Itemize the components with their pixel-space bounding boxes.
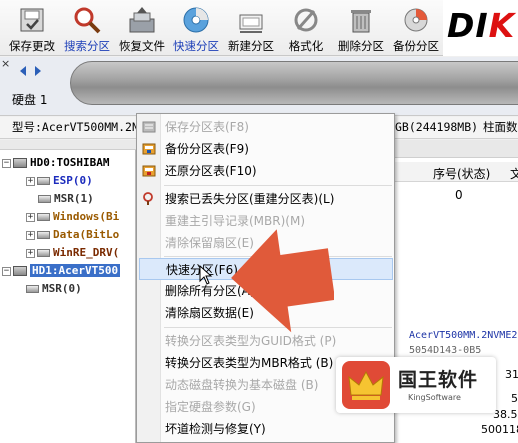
quick-partition-disc-icon xyxy=(183,7,209,33)
menu-item-convert-guid[interactable]: 转换分区表类型为GUID格式 (P) xyxy=(139,330,393,352)
format-icon xyxy=(294,8,318,32)
disk-tree: − HD0:TOSHIBAM + ESP(0) MSR(1) + Windows(Bi… xyxy=(0,150,136,443)
row-index: 0 xyxy=(455,188,463,202)
tree-disk-hd0[interactable]: − HD0:TOSHIBAM xyxy=(2,154,109,172)
expand-icon[interactable]: + xyxy=(26,212,35,222)
menu-item-bad-sector[interactable]: 坏道检测与修复(Y) xyxy=(139,418,393,440)
restore-table-icon xyxy=(142,165,156,177)
disk-model: 型号:AcerVT500MM.2NV xyxy=(12,120,146,134)
menu-item-search-lost[interactable]: 搜索已丢失分区(重建分区表)(L) xyxy=(139,188,393,210)
save-disk-icon xyxy=(20,8,44,32)
menu-item-save-table[interactable]: 保存分区表(F8) xyxy=(139,116,393,138)
recover-files-button[interactable]: 恢复文件 xyxy=(114,0,170,56)
delete-partition-button[interactable]: 删除分区 xyxy=(333,0,389,56)
detail-number-4: 500118 xyxy=(481,423,518,436)
detail-model: AcerVT500MM.2NVME29 xyxy=(409,330,518,341)
hard-disk-icon xyxy=(13,158,27,168)
app-logo: DIK xyxy=(443,0,518,56)
disk-partition-graphic[interactable] xyxy=(70,61,518,105)
col-status-header[interactable]: 序号(状态) xyxy=(433,165,490,182)
menu-separator xyxy=(164,256,392,257)
nav-next-icon[interactable] xyxy=(33,65,43,77)
partition-icon xyxy=(38,195,51,203)
col-partial-header[interactable]: 文 xyxy=(510,165,518,182)
collapse-icon[interactable]: − xyxy=(2,158,11,168)
menu-item-rebuild-mbr[interactable]: 重建主引导记录(MBR)(M) xyxy=(139,210,393,232)
tree-part-data[interactable]: + Data(BitLo xyxy=(26,226,119,244)
disk-capacity: GB(244198MB) xyxy=(395,120,479,134)
detail-number-2: 5 xyxy=(511,392,518,405)
partition-icon xyxy=(37,177,50,185)
watermark-badge: 国王软件 KingSoftware xyxy=(336,357,496,413)
save-changes-button[interactable]: 保存更改 xyxy=(4,0,60,56)
backup-partition-button[interactable]: 备份分区 xyxy=(388,0,444,56)
partition-icon xyxy=(37,231,50,239)
close-icon[interactable]: × xyxy=(1,57,10,70)
panel-tabs xyxy=(395,140,518,158)
menu-item-restore-table[interactable]: 还原分区表(F10) xyxy=(139,160,393,182)
mouse-cursor-icon xyxy=(199,265,213,285)
detail-guid: 5054D143-0B5 xyxy=(409,345,482,356)
partition-icon xyxy=(37,249,50,257)
search-lost-icon xyxy=(143,192,153,205)
detail-number-1: 31 xyxy=(505,368,518,381)
menu-item-backup-table[interactable]: 备份分区表(F9) xyxy=(139,138,393,160)
menu-item-clear-reserved[interactable]: 清除保留扇区(E) xyxy=(139,232,393,254)
toolbar: 保存更改 搜索分区 恢复文件 快速分区 新建分区 格式化 删除分区 备份分区 D… xyxy=(0,0,518,56)
disk-label: 硬盘 1 xyxy=(12,93,48,107)
save-table-icon xyxy=(142,121,156,133)
partition-icon xyxy=(26,285,39,293)
new-partition-icon xyxy=(239,14,263,33)
partition-icon xyxy=(37,213,50,221)
detail-number-3: 38.5 xyxy=(493,408,518,421)
new-partition-button[interactable]: 新建分区 xyxy=(223,0,279,56)
tree-part-esp[interactable]: + ESP(0) xyxy=(26,172,93,190)
expand-icon[interactable]: + xyxy=(26,248,35,258)
file-recovery-icon xyxy=(129,7,155,33)
menu-item-quick-partition[interactable]: 快速分区(F6) xyxy=(139,258,393,280)
cylinders-label: 柱面数 xyxy=(483,120,518,134)
collapse-icon[interactable]: − xyxy=(2,266,11,276)
tree-part-windows[interactable]: + Windows(Bi xyxy=(26,208,119,226)
quick-partition-button[interactable]: 快速分区 xyxy=(168,0,224,56)
menu-item-delete-all[interactable]: 删除所有分区(A) xyxy=(139,280,393,302)
tree-disk-hd1[interactable]: − HD1:AcerVT500 xyxy=(2,262,121,280)
expand-icon[interactable]: + xyxy=(26,176,35,186)
trash-icon xyxy=(351,10,371,33)
watermark-sub: KingSoftware xyxy=(408,393,461,402)
menu-separator xyxy=(164,327,392,328)
tree-part-msr0[interactable]: MSR(0) xyxy=(26,280,82,298)
tree-part-msr1[interactable]: MSR(1) xyxy=(38,190,94,208)
expand-icon[interactable]: + xyxy=(26,230,35,240)
nav-prev-icon[interactable] xyxy=(18,65,28,77)
menu-separator xyxy=(164,185,392,186)
magnifier-icon xyxy=(74,7,101,34)
format-button[interactable]: 格式化 xyxy=(278,0,334,56)
table-header: 序号(状态) 文 xyxy=(395,162,518,182)
backup-icon xyxy=(404,8,428,32)
backup-table-icon xyxy=(142,143,156,155)
menu-item-clear-sectors[interactable]: 清除扇区数据(E) xyxy=(139,302,393,324)
tree-header xyxy=(0,140,136,150)
crown-icon xyxy=(342,361,390,409)
hard-disk-icon xyxy=(13,266,27,276)
tree-part-winre[interactable]: + WinRE_DRV( xyxy=(26,244,119,262)
disk-bar: × 硬盘 1 xyxy=(0,57,518,116)
search-partition-button[interactable]: 搜索分区 xyxy=(59,0,115,56)
watermark-name: 国王软件 xyxy=(398,369,479,391)
